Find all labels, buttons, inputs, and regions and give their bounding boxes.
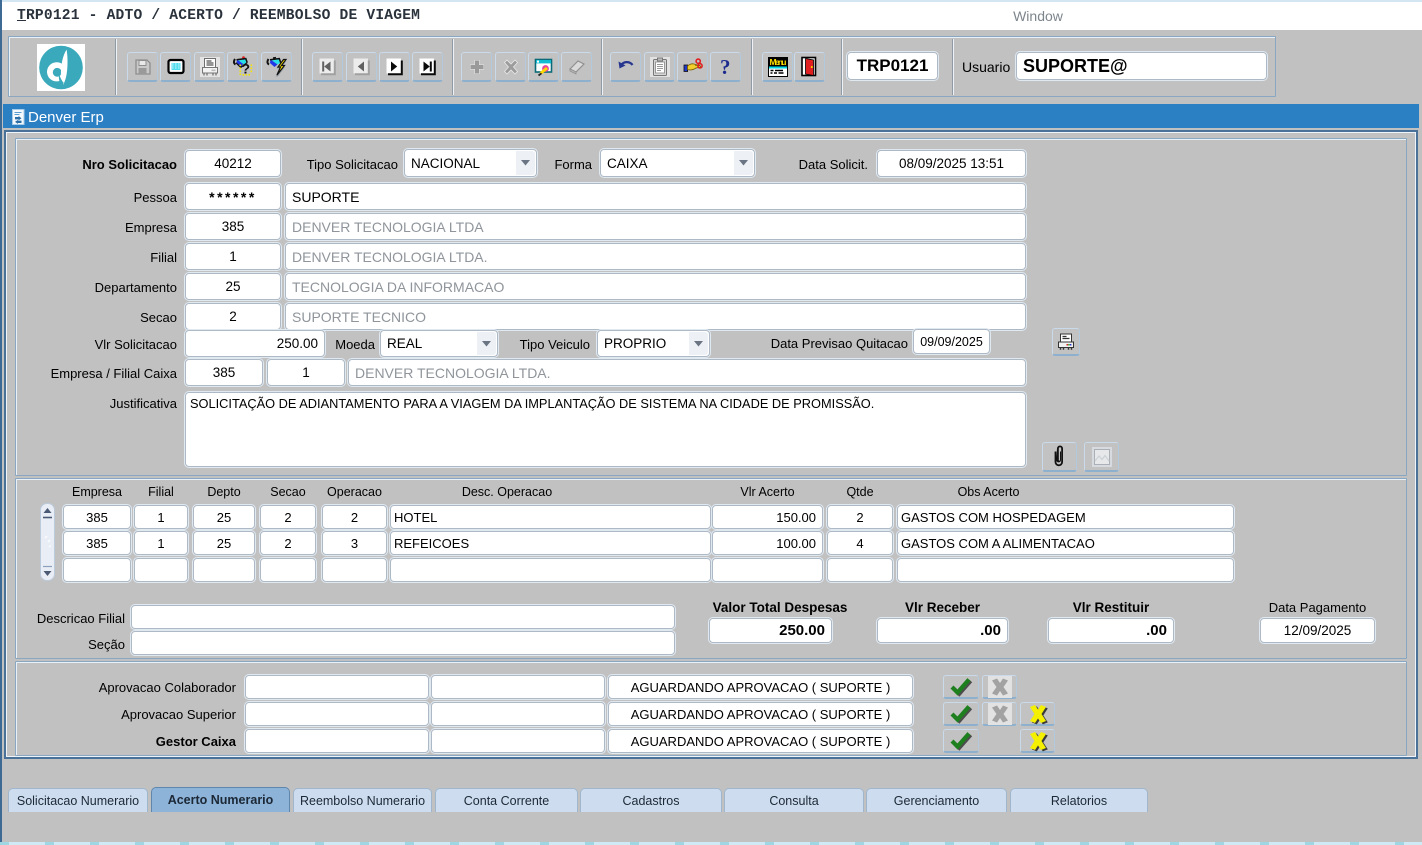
svg-text:?: ? (241, 60, 250, 76)
svg-text:Menu: Menu (769, 57, 786, 67)
svg-text:?: ? (720, 56, 731, 78)
